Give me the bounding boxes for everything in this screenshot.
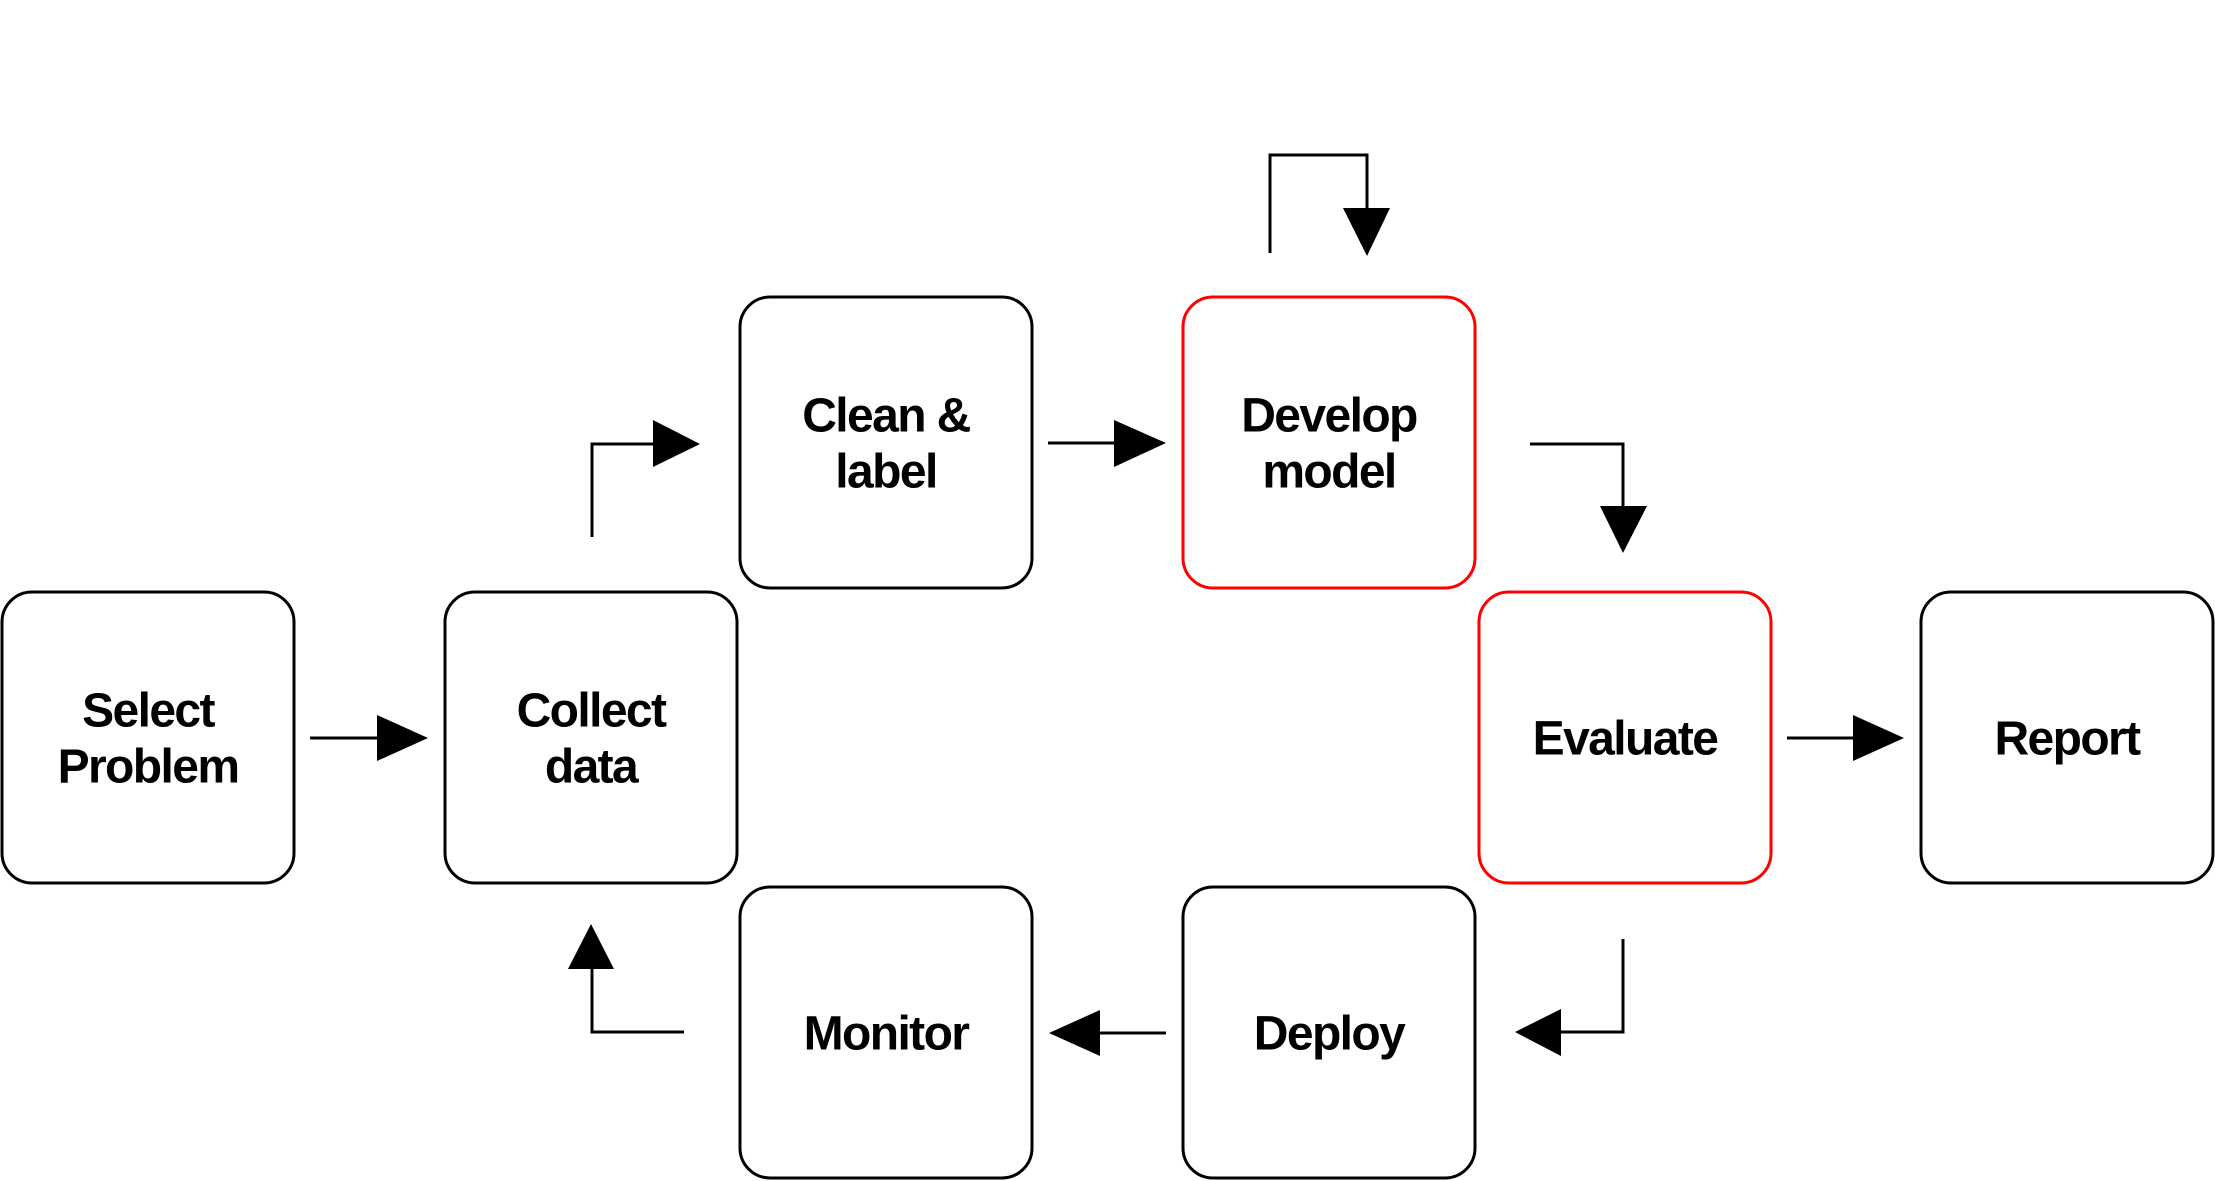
arrowhead-icon [1049,1010,1100,1056]
arrowhead-icon [1853,715,1904,761]
node-select-problem[interactable]: SelectProblem [0,590,296,885]
node-label: label [835,446,936,499]
arrowhead-icon [377,715,428,761]
connector-line [590,442,656,537]
arrow-up-right-elbow-icon [590,420,700,537]
node-label: data [545,741,639,794]
node-label: Develop [1241,390,1417,443]
node-monitor[interactable]: Monitor [738,885,1034,1180]
node-label: Collect [517,685,667,738]
node-box[interactable] [738,295,1034,590]
arrow-right-down-elbow-icon [1530,442,1647,553]
node-evaluate[interactable]: Evaluate [1477,590,1773,885]
node-label: Monitor [804,1008,970,1061]
node-label: Clean & [802,390,970,443]
node-box[interactable] [1181,295,1477,590]
node-deploy[interactable]: Deploy [1181,885,1477,1180]
connector-line [590,966,684,1034]
node-develop-model[interactable]: Developmodel [1181,295,1477,590]
connector-line [1558,939,1625,1034]
node-clean-label[interactable]: Clean &label [738,295,1034,590]
node-label: Select [82,685,215,738]
node-label: Problem [58,741,239,794]
node-label: Deploy [1254,1008,1406,1061]
arrowhead-icon [653,420,700,467]
node-collect-data[interactable]: Collectdata [443,590,739,885]
node-label: model [1262,446,1395,499]
node-label: Report [1994,713,2141,766]
arrow-right-icon [1787,715,1904,761]
arrow-right-icon [1048,420,1166,467]
node-box[interactable] [443,590,739,885]
arrowhead-icon [1114,420,1166,467]
node-label: Evaluate [1533,713,1719,766]
loop-arrow-icon [1268,153,1390,256]
arrowhead-icon [568,924,614,969]
arrowhead-icon [1600,506,1647,553]
arrow-down-left-elbow-icon [1515,939,1625,1056]
arrowhead-icon [1515,1009,1561,1056]
arrowhead-icon [1343,208,1390,256]
ml-lifecycle-diagram: SelectProblemCollectdataClean &labelDeve… [0,153,2215,1180]
connector-line [1530,442,1625,509]
arrow-left-up-elbow-icon [568,924,684,1034]
node-report[interactable]: Report [1919,590,2215,885]
connector-line [1268,153,1369,253]
node-box[interactable] [0,590,296,885]
arrow-right-icon [310,715,428,761]
arrow-left-icon [1049,1010,1166,1056]
